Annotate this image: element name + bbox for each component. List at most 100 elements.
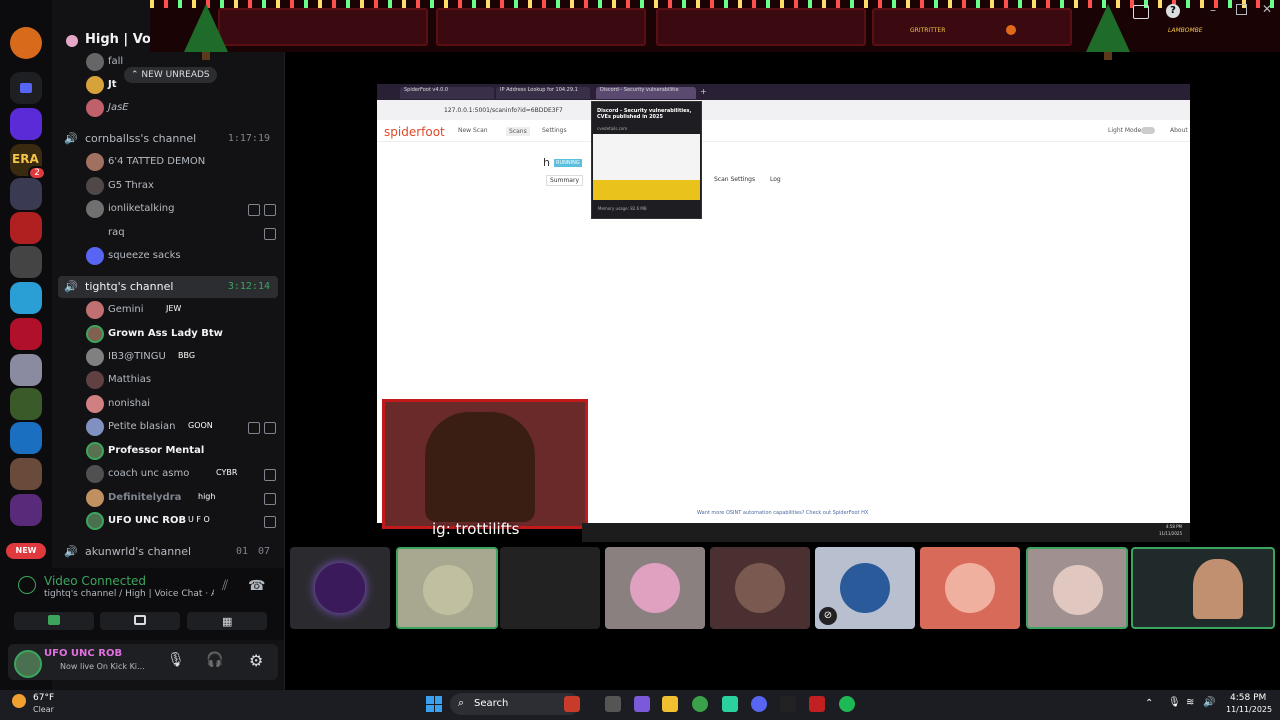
voice-user[interactable]: Professor Mental xyxy=(86,441,276,461)
activities-button[interactable]: ▦ xyxy=(187,612,267,630)
light-mode-toggle[interactable] xyxy=(1141,127,1155,134)
minimize-icon[interactable]: – xyxy=(1210,3,1216,17)
signal-icon[interactable] xyxy=(18,576,36,594)
server-icon-portrait[interactable] xyxy=(10,354,42,386)
nav-settings[interactable]: Settings xyxy=(542,127,567,134)
voice-channel[interactable]: 🔊 akunwrld's channel 01 07 xyxy=(58,541,278,563)
server-icon-blue[interactable] xyxy=(10,422,42,454)
voice-user[interactable]: Gemini JEW xyxy=(86,300,276,320)
voice-user[interactable]: Petite blasian GOON xyxy=(86,417,276,437)
help-icon[interactable]: ? xyxy=(1166,4,1180,18)
scan-tab-log[interactable]: Log xyxy=(770,176,781,183)
server-icon-brown[interactable] xyxy=(10,458,42,490)
video-off-icon: ⊘ xyxy=(819,607,837,625)
nav-scans[interactable]: Scans xyxy=(506,127,530,136)
noise-suppression-icon[interactable]: ⫽ xyxy=(222,578,228,594)
volume-icon[interactable]: 🔊 xyxy=(1203,697,1215,708)
voice-user[interactable]: G5 Thrax xyxy=(86,176,276,196)
voice-user[interactable]: Matthias xyxy=(86,370,276,390)
voice-channel-detail[interactable]: tightq's channel / High | Voice Chat · A… xyxy=(44,589,214,599)
participant-tile-camera[interactable] xyxy=(1131,547,1275,629)
server-icon-violet[interactable] xyxy=(10,494,42,526)
user-status: Now live On Kick Ki... xyxy=(60,662,145,671)
participant-tile[interactable] xyxy=(500,547,600,629)
participant-tile[interactable] xyxy=(290,547,390,629)
taskbar-app-icon[interactable] xyxy=(722,696,738,712)
taskbar-app-icon[interactable] xyxy=(809,696,825,712)
new-unreads-pill[interactable]: ⌃ NEW UNREADS xyxy=(124,67,217,83)
copilot-icon[interactable] xyxy=(634,696,650,712)
file-explorer-icon[interactable] xyxy=(662,696,678,712)
voice-user[interactable]: coach unc asmo CYBR xyxy=(86,464,276,484)
voice-user[interactable]: IB3@TINGU BBG xyxy=(86,347,276,367)
spiderfoot-logo[interactable]: spiderfoot xyxy=(384,125,445,139)
server-icon-purple[interactable] xyxy=(10,108,42,140)
about-link[interactable]: About xyxy=(1170,127,1188,134)
participant-tile[interactable]: ⊘ xyxy=(815,547,915,629)
voice-user[interactable]: nonishai xyxy=(86,394,276,414)
participant-tile[interactable] xyxy=(920,547,1020,629)
spiderfoot-hx-link[interactable]: Want more OSINT automation capabilities?… xyxy=(697,510,868,516)
voice-channel-active[interactable]: 🔊 tightq's channel 3:12:14 xyxy=(58,276,278,298)
screen-share-button[interactable] xyxy=(100,612,180,630)
server-icon-gray[interactable] xyxy=(10,246,42,278)
wifi-icon[interactable]: ≋ xyxy=(1186,697,1194,708)
server-icon-green[interactable] xyxy=(10,388,42,420)
temperature[interactable]: 67°F xyxy=(33,693,54,703)
server-icon-pumpkin[interactable] xyxy=(10,27,42,59)
new-badge[interactable]: NEW xyxy=(6,543,46,559)
server-icon-cloud[interactable] xyxy=(10,282,42,314)
voice-status[interactable]: Video Connected xyxy=(44,574,146,588)
spotify-icon[interactable] xyxy=(839,696,855,712)
nav-new-scan[interactable]: New Scan xyxy=(458,127,488,134)
taskbar-app-icon[interactable] xyxy=(564,696,580,712)
clock-time[interactable]: 4:58 PM xyxy=(1230,693,1266,703)
windows-start-icon[interactable] xyxy=(426,696,442,712)
disconnect-icon[interactable]: ☎ xyxy=(248,578,265,594)
inbox-icon[interactable] xyxy=(1133,5,1149,19)
clock-date[interactable]: 11/11/2025 xyxy=(1226,705,1272,714)
chevron-up-icon[interactable]: ⌃ xyxy=(1145,698,1153,709)
browser-tab[interactable]: SpiderFoot v4.0.0 xyxy=(400,87,494,99)
scan-tab-settings[interactable]: Scan Settings xyxy=(714,176,755,183)
deafened-icon xyxy=(264,422,276,434)
microphone-icon[interactable]: 🎙 xyxy=(167,652,185,668)
participant-tile[interactable] xyxy=(710,547,810,629)
direct-messages-icon[interactable] xyxy=(10,72,42,104)
browser-tab[interactable]: IP Address Lookup for 104.29.1 xyxy=(496,87,590,99)
voice-user[interactable]: Grown Ass Lady Btw xyxy=(86,324,276,344)
voice-channel[interactable]: 🔊 cornballss's channel 1:17:19 xyxy=(58,128,278,150)
new-tab-icon[interactable]: + xyxy=(700,87,707,96)
taskbar-search[interactable]: ⌕ Search xyxy=(450,693,580,715)
maximize-icon[interactable] xyxy=(1236,4,1247,15)
voice-user[interactable]: JasE xyxy=(86,98,276,118)
participant-tile[interactable] xyxy=(605,547,705,629)
chrome-icon[interactable] xyxy=(692,696,708,712)
camera-button[interactable] xyxy=(14,612,94,630)
voice-user[interactable]: raq xyxy=(86,223,276,243)
server-icon-lips[interactable] xyxy=(10,318,42,350)
headphones-icon[interactable]: 🎧 xyxy=(206,652,223,668)
participant-tile[interactable] xyxy=(1026,547,1128,629)
server-icon-era[interactable]: ERA 2 xyxy=(10,144,46,180)
voice-user[interactable]: ionliketalking xyxy=(86,199,276,219)
server-icon-robot[interactable] xyxy=(10,178,42,210)
task-view-icon[interactable] xyxy=(605,696,621,712)
voice-user[interactable]: UFO UNC ROB U F O xyxy=(86,511,276,531)
server-icon-red[interactable] xyxy=(10,212,42,244)
username[interactable]: UFO UNC ROB xyxy=(44,648,122,659)
voice-user[interactable]: Definitelydra high xyxy=(86,488,276,508)
weather-icon[interactable] xyxy=(12,694,26,708)
browser-tab-active[interactable]: Discord - Security vulnerabilitie xyxy=(596,87,696,99)
gear-icon[interactable]: ⚙ xyxy=(249,651,263,670)
discord-icon[interactable] xyxy=(751,696,767,712)
microphone-tray-icon[interactable]: 🎙 xyxy=(1168,697,1181,708)
scan-tab-summary[interactable]: Summary xyxy=(546,175,583,186)
audio-app-icon[interactable] xyxy=(780,696,796,712)
url-field[interactable]: 127.0.0.1:5001/scaninfo?id=6BDDE3F7 xyxy=(444,107,563,114)
voice-user[interactable]: squeeze sacks xyxy=(86,246,276,266)
close-icon[interactable]: ✕ xyxy=(1262,2,1272,16)
participant-tile[interactable] xyxy=(396,547,498,629)
voice-user[interactable]: 6'4 TATTED DEMON xyxy=(86,152,276,172)
avatar[interactable] xyxy=(14,650,42,678)
